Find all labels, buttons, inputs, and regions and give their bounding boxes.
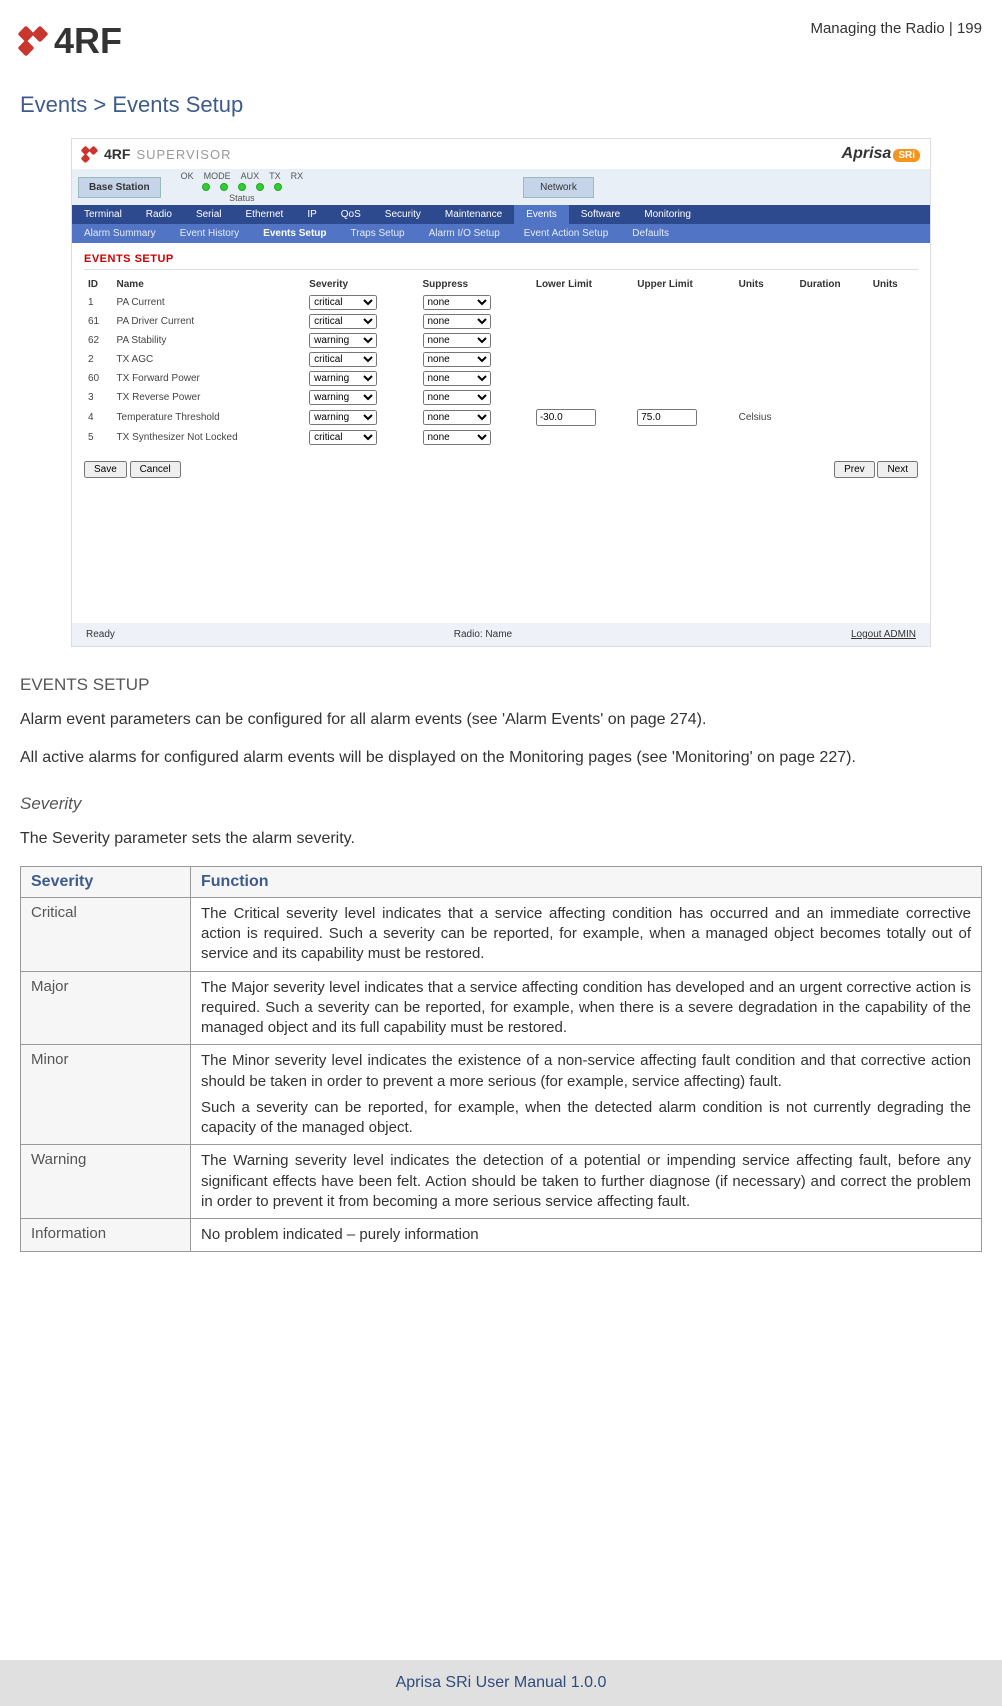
col-function: Function xyxy=(191,866,982,897)
severity-select[interactable]: warning xyxy=(309,410,377,425)
subnav-traps-setup[interactable]: Traps Setup xyxy=(339,224,417,243)
primary-nav: TerminalRadioSerialEthernetIPQoSSecurity… xyxy=(72,205,930,224)
status-leds: OK MODE AUX TX RX Status xyxy=(181,171,304,203)
next-button[interactable]: Next xyxy=(877,461,918,478)
nav-events[interactable]: Events xyxy=(514,205,569,224)
subnav-events-setup[interactable]: Events Setup xyxy=(251,224,338,243)
nav-terminal[interactable]: Terminal xyxy=(72,205,134,224)
events-table: IDNameSeveritySuppressLower LimitUpper L… xyxy=(84,276,918,447)
supervisor-screenshot: 4RF SUPERVISOR AprisaSRi Base Station OK… xyxy=(71,138,931,647)
nav-qos[interactable]: QoS xyxy=(329,205,373,224)
upper-limit-input[interactable] xyxy=(637,409,697,426)
panel-title: EVENTS SETUP xyxy=(84,253,918,270)
status-ready: Ready xyxy=(86,629,115,640)
table-row: 3TX Reverse Powerwarningnone xyxy=(84,388,918,407)
severity-select[interactable]: critical xyxy=(309,352,377,367)
sub-nav: Alarm SummaryEvent HistoryEvents SetupTr… xyxy=(72,224,930,243)
paragraph: All active alarms for configured alarm e… xyxy=(20,747,982,769)
base-station-button[interactable]: Base Station xyxy=(78,177,161,198)
severity-select[interactable]: warning xyxy=(309,390,377,405)
col-severity: Severity xyxy=(21,866,191,897)
aprisa-logo: AprisaSRi xyxy=(842,145,920,163)
nav-serial[interactable]: Serial xyxy=(184,205,234,224)
section-heading: EVENTS SETUP xyxy=(20,675,982,695)
suppress-select[interactable]: none xyxy=(423,314,491,329)
save-button[interactable]: Save xyxy=(84,461,127,478)
suppress-select[interactable]: none xyxy=(423,410,491,425)
severity-select[interactable]: critical xyxy=(309,295,377,310)
severity-select[interactable]: critical xyxy=(309,430,377,445)
severity-table: Severity Function CriticalThe Critical s… xyxy=(20,866,982,1253)
suppress-select[interactable]: none xyxy=(423,295,491,310)
brand-text: 4RF xyxy=(54,20,122,62)
nav-monitoring[interactable]: Monitoring xyxy=(632,205,703,224)
suppress-select[interactable]: none xyxy=(423,390,491,405)
supervisor-logo: 4RF SUPERVISOR xyxy=(82,146,231,162)
subnav-event-history[interactable]: Event History xyxy=(168,224,251,243)
suppress-select[interactable]: none xyxy=(423,333,491,348)
subnav-event-action-setup[interactable]: Event Action Setup xyxy=(512,224,621,243)
nav-security[interactable]: Security xyxy=(373,205,433,224)
table-row: 5TX Synthesizer Not Lockedcriticalnone xyxy=(84,428,918,447)
severity-select[interactable]: warning xyxy=(309,333,377,348)
severity-heading: Severity xyxy=(20,794,982,814)
lower-limit-input[interactable] xyxy=(536,409,596,426)
severity-select[interactable]: warning xyxy=(309,371,377,386)
suppress-select[interactable]: none xyxy=(423,352,491,367)
paragraph: The Severity parameter sets the alarm se… xyxy=(20,828,982,850)
nav-ip[interactable]: IP xyxy=(295,205,328,224)
suppress-select[interactable]: none xyxy=(423,371,491,386)
table-row: 2TX AGCcriticalnone xyxy=(84,350,918,369)
prev-button[interactable]: Prev xyxy=(834,461,875,478)
nav-software[interactable]: Software xyxy=(569,205,632,224)
nav-ethernet[interactable]: Ethernet xyxy=(234,205,296,224)
table-row: MinorThe Minor severity level indicates … xyxy=(21,1045,982,1145)
table-row: 62PA Stabilitywarningnone xyxy=(84,331,918,350)
brand-logo: 4RF xyxy=(20,20,122,62)
nav-maintenance[interactable]: Maintenance xyxy=(433,205,514,224)
subnav-alarm-summary[interactable]: Alarm Summary xyxy=(72,224,168,243)
table-row: WarningThe Warning severity level indica… xyxy=(21,1145,982,1219)
table-row: 1PA Currentcriticalnone xyxy=(84,293,918,312)
table-row: MajorThe Major severity level indicates … xyxy=(21,971,982,1045)
table-row: 60TX Forward Powerwarningnone xyxy=(84,369,918,388)
status-radio: Radio: Name xyxy=(454,629,512,640)
breadcrumb: Events > Events Setup xyxy=(20,92,982,118)
subnav-alarm-i/o-setup[interactable]: Alarm I/O Setup xyxy=(417,224,512,243)
paragraph: Alarm event parameters can be configured… xyxy=(20,709,982,731)
table-row: 4Temperature ThresholdwarningnoneCelsius xyxy=(84,407,918,428)
logout-link[interactable]: Logout ADMIN xyxy=(851,629,916,640)
severity-select[interactable]: critical xyxy=(309,314,377,329)
subnav-defaults[interactable]: Defaults xyxy=(620,224,681,243)
suppress-select[interactable]: none xyxy=(423,430,491,445)
nav-radio[interactable]: Radio xyxy=(134,205,184,224)
network-button[interactable]: Network xyxy=(523,177,594,198)
table-row: 61PA Driver Currentcriticalnone xyxy=(84,312,918,331)
page-footer: Aprisa SRi User Manual 1.0.0 xyxy=(0,1660,1002,1706)
cancel-button[interactable]: Cancel xyxy=(130,461,181,478)
page-header: Managing the Radio | 199 xyxy=(810,20,982,37)
table-row: InformationNo problem indicated – purely… xyxy=(21,1219,982,1252)
table-row: CriticalThe Critical severity level indi… xyxy=(21,897,982,971)
